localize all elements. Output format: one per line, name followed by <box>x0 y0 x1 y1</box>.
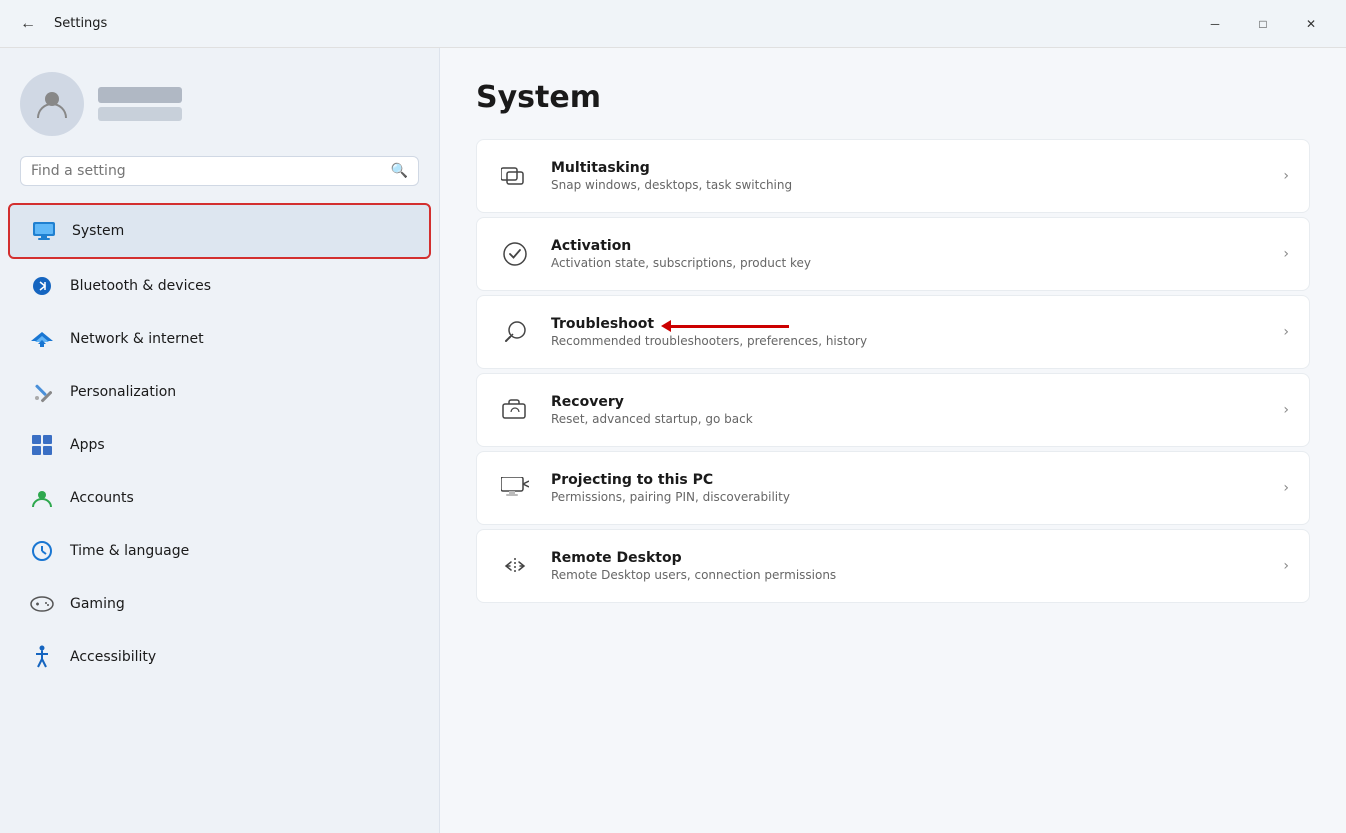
search-container: 🔍 <box>0 156 439 202</box>
projecting-chevron: › <box>1283 480 1289 496</box>
apps-icon <box>28 431 56 459</box>
activation-text: Activation Activation state, subscriptio… <box>551 238 1265 270</box>
sidebar-item-accounts-label: Accounts <box>70 490 134 506</box>
close-button[interactable]: ✕ <box>1288 8 1334 40</box>
troubleshoot-icon <box>497 314 533 350</box>
sidebar-item-system[interactable]: System <box>8 203 431 259</box>
sidebar-item-accessibility[interactable]: Accessibility <box>8 631 431 683</box>
avatar <box>20 72 84 136</box>
projecting-icon <box>497 470 533 506</box>
projecting-subtitle: Permissions, pairing PIN, discoverabilit… <box>551 490 1265 504</box>
main-content: System Multitasking Snap windows, deskto… <box>440 48 1346 833</box>
sidebar-item-bluetooth-label: Bluetooth & devices <box>70 278 211 294</box>
setting-card-recovery[interactable]: Recovery Reset, advanced startup, go bac… <box>476 373 1310 447</box>
personalization-icon <box>28 378 56 406</box>
sidebar-item-personalization[interactable]: Personalization <box>8 366 431 418</box>
gaming-icon <box>28 590 56 618</box>
multitasking-title: Multitasking <box>551 160 1265 176</box>
search-icon: 🔍 <box>391 163 408 179</box>
titlebar-title: Settings <box>54 16 107 31</box>
page-title: System <box>476 80 1310 115</box>
settings-list: Multitasking Snap windows, desktops, tas… <box>476 139 1310 603</box>
sidebar-item-accessibility-label: Accessibility <box>70 649 156 665</box>
recovery-text: Recovery Reset, advanced startup, go bac… <box>551 394 1265 426</box>
sidebar-item-personalization-label: Personalization <box>70 384 176 400</box>
minimize-button[interactable]: ─ <box>1192 8 1238 40</box>
sidebar-item-accounts[interactable]: Accounts <box>8 472 431 524</box>
troubleshoot-subtitle: Recommended troubleshooters, preferences… <box>551 334 1265 348</box>
setting-card-remote-desktop[interactable]: Remote Desktop Remote Desktop users, con… <box>476 529 1310 603</box>
sidebar-item-system-label: System <box>72 223 124 239</box>
accessibility-icon <box>28 643 56 671</box>
setting-card-multitasking[interactable]: Multitasking Snap windows, desktops, tas… <box>476 139 1310 213</box>
remote-desktop-chevron: › <box>1283 558 1289 574</box>
projecting-title: Projecting to this PC <box>551 472 1265 488</box>
back-button[interactable]: ← <box>12 11 44 37</box>
search-input[interactable] <box>31 163 383 179</box>
user-email <box>98 107 182 121</box>
projecting-text: Projecting to this PC Permissions, pairi… <box>551 472 1265 504</box>
time-icon <box>28 537 56 565</box>
accounts-icon <box>28 484 56 512</box>
activation-title: Activation <box>551 238 1265 254</box>
sidebar-item-apps-label: Apps <box>70 437 105 453</box>
sidebar-item-time-label: Time & language <box>70 543 189 559</box>
user-name <box>98 87 182 103</box>
sidebar-item-gaming[interactable]: Gaming <box>8 578 431 630</box>
sidebar-item-gaming-label: Gaming <box>70 596 125 612</box>
troubleshoot-title: Troubleshoot <box>551 316 1265 332</box>
sidebar-item-network[interactable]: Network & internet <box>8 313 431 365</box>
remote-desktop-text: Remote Desktop Remote Desktop users, con… <box>551 550 1265 582</box>
remote-desktop-subtitle: Remote Desktop users, connection permiss… <box>551 568 1265 582</box>
multitasking-subtitle: Snap windows, desktops, task switching <box>551 178 1265 192</box>
sidebar-nav: System Bluetooth & devices <box>0 202 439 817</box>
titlebar: ← Settings ─ □ ✕ <box>0 0 1346 48</box>
recovery-title: Recovery <box>551 394 1265 410</box>
sidebar-item-bluetooth[interactable]: Bluetooth & devices <box>8 260 431 312</box>
sidebar-item-network-label: Network & internet <box>70 331 204 347</box>
red-arrow-line <box>669 325 789 328</box>
maximize-button[interactable]: □ <box>1240 8 1286 40</box>
activation-chevron: › <box>1283 246 1289 262</box>
multitasking-chevron: › <box>1283 168 1289 184</box>
recovery-chevron: › <box>1283 402 1289 418</box>
user-info <box>98 87 182 121</box>
multitasking-icon <box>497 158 533 194</box>
setting-card-troubleshoot[interactable]: Troubleshoot Recommended troubleshooters… <box>476 295 1310 369</box>
recovery-icon <box>497 392 533 428</box>
remote-desktop-icon <box>497 548 533 584</box>
activation-subtitle: Activation state, subscriptions, product… <box>551 256 1265 270</box>
sidebar: 🔍 System <box>0 48 440 833</box>
remote-desktop-title: Remote Desktop <box>551 550 1265 566</box>
recovery-subtitle: Reset, advanced startup, go back <box>551 412 1265 426</box>
activation-icon <box>497 236 533 272</box>
system-icon <box>30 217 58 245</box>
red-arrow-annotation <box>669 325 789 328</box>
titlebar-left: ← Settings <box>12 11 107 37</box>
troubleshoot-chevron: › <box>1283 324 1289 340</box>
setting-card-projecting[interactable]: Projecting to this PC Permissions, pairi… <box>476 451 1310 525</box>
app-container: 🔍 System <box>0 48 1346 833</box>
sidebar-item-apps[interactable]: Apps <box>8 419 431 471</box>
multitasking-text: Multitasking Snap windows, desktops, tas… <box>551 160 1265 192</box>
sidebar-item-time[interactable]: Time & language <box>8 525 431 577</box>
search-box[interactable]: 🔍 <box>20 156 419 186</box>
setting-card-activation[interactable]: Activation Activation state, subscriptio… <box>476 217 1310 291</box>
bluetooth-icon <box>28 272 56 300</box>
user-profile[interactable] <box>0 64 439 156</box>
troubleshoot-text: Troubleshoot Recommended troubleshooters… <box>551 316 1265 348</box>
titlebar-controls: ─ □ ✕ <box>1192 8 1334 40</box>
network-icon <box>28 325 56 353</box>
